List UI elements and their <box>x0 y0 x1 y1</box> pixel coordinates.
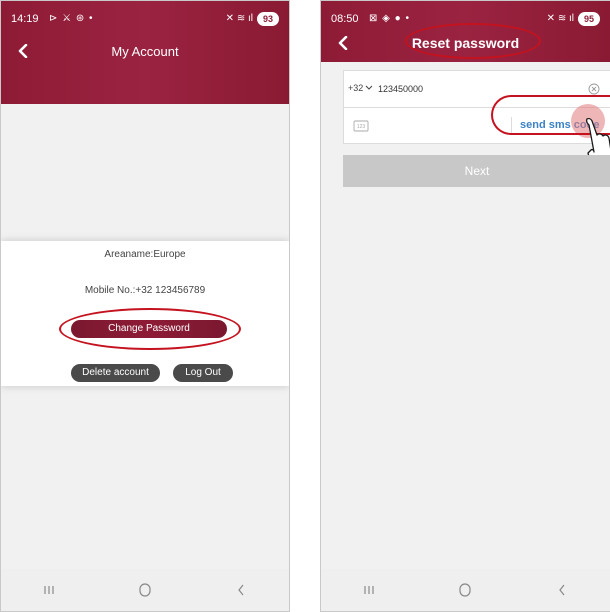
account-card: Areaname:Europe Mobile No.:+32 123456789… <box>1 241 289 386</box>
logout-button[interactable]: Log Out <box>173 364 233 382</box>
reset-form: +32 123 send sms code <box>343 70 610 144</box>
recent-apps-icon <box>364 586 374 594</box>
home-icon <box>459 583 472 597</box>
home-icon <box>139 583 151 597</box>
mobile-number-text: Mobile No.:+32 123456789 <box>84 285 206 296</box>
status-time: 14:19 <box>11 13 39 25</box>
country-code-value: +32 <box>348 83 364 93</box>
battery-badge: 95 <box>578 12 600 26</box>
clear-icon[interactable] <box>588 83 600 95</box>
status-bar: 08:50 ⊠ ◈ ● • ✕ ≋ ıl 95 <box>321 11 610 27</box>
sms-code-input[interactable] <box>378 116 508 136</box>
status-time: 08:50 <box>331 13 359 25</box>
home-button[interactable] <box>445 580 485 600</box>
signal-icons: ✕ ≋ ıl <box>225 13 253 24</box>
sms-code-icon: 123 <box>353 120 369 132</box>
area-name-text: Areaname:Europe <box>104 249 186 260</box>
recent-apps-button[interactable] <box>29 580 69 600</box>
svg-text:123: 123 <box>357 124 366 130</box>
status-right: ✕ ≋ ıl 95 <box>547 11 600 27</box>
system-nav-bar <box>1 569 289 611</box>
signal-icons: ✕ ≋ ıl <box>546 13 574 24</box>
app-header: 08:50 ⊠ ◈ ● • ✕ ≋ ıl 95 Reset password <box>321 1 610 62</box>
reset-password-screen: 08:50 ⊠ ◈ ● • ✕ ≋ ıl 95 Reset password +… <box>320 0 610 612</box>
country-code-select[interactable]: +32 <box>348 83 373 93</box>
battery-badge: 93 <box>257 12 279 26</box>
status-right: ✕ ≋ ıl 93 <box>226 11 279 27</box>
system-nav-bar <box>321 569 610 611</box>
back-icon <box>238 584 244 596</box>
chevron-down-icon <box>365 85 373 90</box>
phone-row: +32 <box>343 70 610 107</box>
send-sms-code-button[interactable]: send sms code <box>520 119 599 131</box>
next-button[interactable]: Next <box>343 155 610 187</box>
system-back-button[interactable] <box>221 580 261 600</box>
delete-account-button[interactable]: Delete account <box>71 364 160 382</box>
sms-code-row: 123 send sms code <box>343 107 610 144</box>
phone-number-input[interactable] <box>378 79 558 99</box>
recent-apps-button[interactable] <box>349 580 389 600</box>
app-header: 14:19 ⊳ ⚔ ⊛ • ✕ ≋ ıl 93 My Account <box>1 1 289 104</box>
back-icon <box>559 584 565 596</box>
recent-apps-icon <box>44 586 54 594</box>
home-button[interactable] <box>125 580 165 600</box>
status-bar: 14:19 ⊳ ⚔ ⊛ • ✕ ≋ ıl 93 <box>1 11 289 27</box>
divider <box>511 117 512 135</box>
status-notification-icons: ⊠ ◈ ● • <box>369 13 410 24</box>
my-account-screen: 14:19 ⊳ ⚔ ⊛ • ✕ ≋ ıl 93 My Account Arean… <box>0 0 290 612</box>
change-password-button[interactable]: Change Password <box>71 320 227 338</box>
page-title: Reset password <box>411 35 520 51</box>
page-title: My Account <box>111 44 179 59</box>
status-notification-icons: ⊳ ⚔ ⊛ • <box>49 13 94 24</box>
system-back-button[interactable] <box>542 580 582 600</box>
